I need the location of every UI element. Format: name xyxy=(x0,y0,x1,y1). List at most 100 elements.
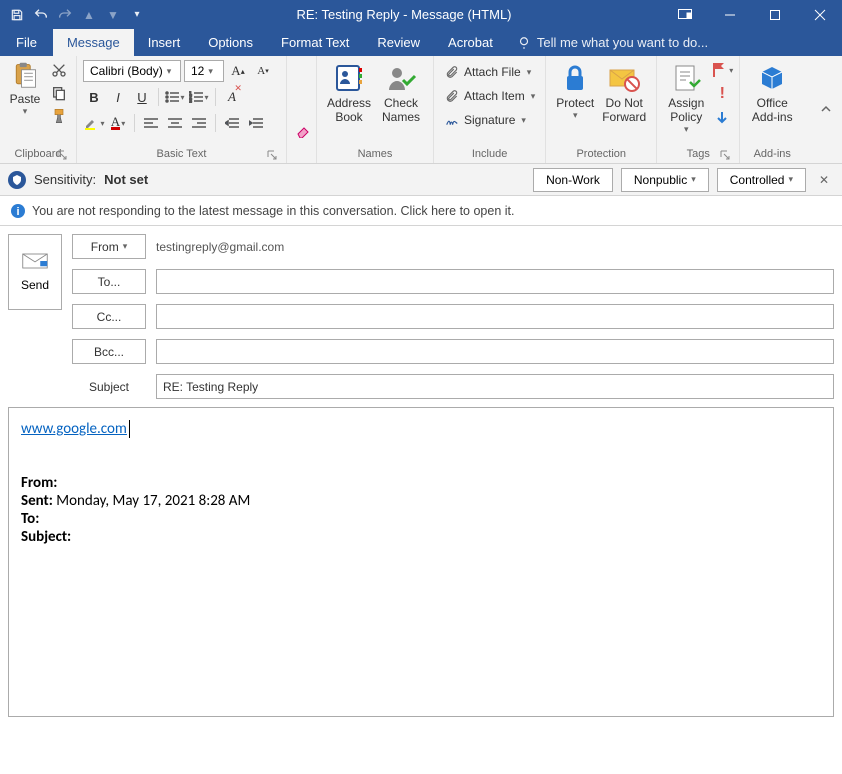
tab-insert[interactable]: Insert xyxy=(134,29,195,56)
group-label-tags: Tags xyxy=(663,148,733,163)
quick-access-toolbar: ▲ ▼ ▾ xyxy=(0,6,146,24)
follow-up-flag-icon[interactable]: ▾ xyxy=(711,60,733,80)
bcc-input[interactable] xyxy=(156,339,834,364)
highlight-button[interactable]: ▾ xyxy=(83,112,105,134)
cc-button[interactable]: Cc... xyxy=(72,304,146,329)
group-label-names: Names xyxy=(323,148,427,163)
paste-button[interactable]: Paste ▾ xyxy=(6,60,44,117)
svg-text:i: i xyxy=(16,206,19,218)
align-right-button[interactable] xyxy=(188,112,210,134)
sensitivity-controlled-button[interactable]: Controlled▾ xyxy=(717,168,806,192)
format-eraser-icon[interactable] xyxy=(293,120,315,142)
increase-indent-button[interactable] xyxy=(245,112,267,134)
tab-options[interactable]: Options xyxy=(194,29,267,56)
ribbon-tabs: File Message Insert Options Format Text … xyxy=(0,29,842,56)
next-item-icon: ▼ xyxy=(104,6,122,24)
bcc-button[interactable]: Bcc... xyxy=(72,339,146,364)
tell-me-search[interactable]: Tell me what you want to do... xyxy=(507,29,718,56)
ribbon-display-options-icon[interactable] xyxy=(662,0,707,29)
save-icon[interactable] xyxy=(8,6,26,24)
close-button[interactable] xyxy=(797,0,842,29)
sensitivity-close-icon[interactable]: ✕ xyxy=(814,170,834,190)
grow-font-icon[interactable]: A▴ xyxy=(227,60,249,82)
window-title: RE: Testing Reply - Message (HTML) xyxy=(146,7,662,22)
group-protection: Protect ▾ Do Not Forward Protection xyxy=(546,56,657,163)
quoted-subject-label: Subject: xyxy=(21,528,71,546)
signature-button[interactable]: Signature ▾ xyxy=(440,108,530,132)
cut-icon[interactable] xyxy=(48,60,70,80)
address-book-button[interactable]: Address Book xyxy=(323,60,375,124)
message-body[interactable]: www.google.com From: Sent: Monday, May 1… xyxy=(8,407,834,717)
sensitivity-bar: Sensitivity: Not set Non-Work Nonpublic▾… xyxy=(0,164,842,196)
protect-button[interactable]: Protect ▾ xyxy=(552,60,598,121)
tab-message[interactable]: Message xyxy=(53,29,134,56)
numbering-button[interactable]: 123▾ xyxy=(188,86,210,108)
body-link[interactable]: www.google.com xyxy=(21,420,127,438)
to-input[interactable] xyxy=(156,269,834,294)
sensitivity-value: Not set xyxy=(104,172,148,187)
check-names-button[interactable]: Check Names xyxy=(375,60,427,124)
cc-input[interactable] xyxy=(156,304,834,329)
group-addins: Office Add-ins Add-ins xyxy=(740,56,804,163)
from-button[interactable]: From▾ xyxy=(72,234,146,259)
tab-file[interactable]: File xyxy=(0,29,53,56)
align-center-button[interactable] xyxy=(164,112,186,134)
font-name-combo[interactable]: Calibri (Body) ▾ xyxy=(83,60,181,82)
send-button[interactable]: Send xyxy=(8,234,62,310)
info-bar[interactable]: i You are not responding to the latest m… xyxy=(0,196,842,226)
basic-text-dialog-launcher[interactable] xyxy=(266,149,278,161)
clear-formatting-icon[interactable]: A✕ xyxy=(221,86,243,108)
to-button[interactable]: To... xyxy=(72,269,146,294)
info-icon: i xyxy=(10,203,26,219)
tell-me-label: Tell me what you want to do... xyxy=(537,35,708,50)
redo-icon xyxy=(56,6,74,24)
group-label-include: Include xyxy=(440,148,539,163)
tab-acrobat[interactable]: Acrobat xyxy=(434,29,507,56)
attach-file-button[interactable]: Attach File ▾ xyxy=(440,60,535,84)
group-label-addins: Add-ins xyxy=(746,148,798,163)
assign-policy-button[interactable]: Assign Policy ▾ xyxy=(663,60,709,135)
underline-button[interactable]: U xyxy=(131,86,153,108)
italic-button[interactable]: I xyxy=(107,86,129,108)
collapse-ribbon-button[interactable] xyxy=(810,56,842,163)
tags-dialog-launcher[interactable] xyxy=(719,149,731,161)
subject-input[interactable] xyxy=(156,374,834,399)
maximize-button[interactable] xyxy=(752,0,797,29)
copy-icon[interactable] xyxy=(48,83,70,103)
group-label-basic-text: Basic Text xyxy=(83,148,280,163)
tab-review[interactable]: Review xyxy=(363,29,434,56)
paste-label: Paste xyxy=(10,92,41,106)
office-addins-button[interactable]: Office Add-ins xyxy=(746,60,798,124)
subject-label: Subject xyxy=(72,374,146,399)
group-names: Address Book Check Names Names xyxy=(317,56,434,163)
compose-header: Send From▾ testingreply@gmail.com To... … xyxy=(0,226,842,407)
font-color-button[interactable]: A▾ xyxy=(107,112,129,134)
bold-button[interactable]: B xyxy=(83,86,105,108)
sensitivity-nonpublic-button[interactable]: Nonpublic▾ xyxy=(621,168,709,192)
clipboard-dialog-launcher[interactable] xyxy=(56,149,68,161)
font-size-combo[interactable]: 12 ▾ xyxy=(184,60,224,82)
customize-qat-icon[interactable]: ▾ xyxy=(128,6,146,24)
minimize-button[interactable] xyxy=(707,0,752,29)
shrink-font-icon[interactable]: A▾ xyxy=(252,60,274,82)
title-bar: ▲ ▼ ▾ RE: Testing Reply - Message (HTML) xyxy=(0,0,842,29)
send-label: Send xyxy=(21,278,49,292)
bullets-button[interactable]: ▾ xyxy=(164,86,186,108)
low-importance-icon[interactable] xyxy=(711,108,733,128)
undo-icon[interactable] xyxy=(32,6,50,24)
from-address: testingreply@gmail.com xyxy=(156,240,284,254)
do-not-forward-button[interactable]: Do Not Forward xyxy=(598,60,650,124)
format-painter-icon[interactable] xyxy=(48,106,70,126)
group-basic-text: Calibri (Body) ▾ 12 ▾ A▴ A▾ B I U ▾ xyxy=(77,56,287,163)
group-label-protection: Protection xyxy=(552,148,650,163)
sensitivity-nonwork-button[interactable]: Non-Work xyxy=(533,168,613,192)
high-importance-icon[interactable]: ! xyxy=(711,84,733,104)
decrease-indent-button[interactable] xyxy=(221,112,243,134)
tab-format-text[interactable]: Format Text xyxy=(267,29,363,56)
group-clipboard: Paste ▾ Clipboard xyxy=(0,56,77,163)
group-tags: Assign Policy ▾ ▾ ! Tags xyxy=(657,56,740,163)
quoted-to-label: To: xyxy=(21,510,39,528)
sensitivity-label: Sensitivity: xyxy=(34,172,96,187)
align-left-button[interactable] xyxy=(140,112,162,134)
attach-item-button[interactable]: Attach Item ▾ xyxy=(440,84,539,108)
